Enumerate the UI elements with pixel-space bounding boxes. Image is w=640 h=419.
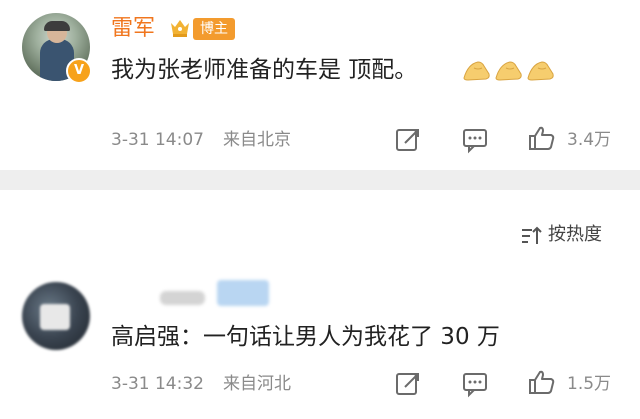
pinching-hand-emoji — [495, 61, 522, 81]
comment-like-count: 1.5万 — [567, 374, 612, 394]
like-icon[interactable] — [528, 368, 556, 396]
comment-location: 来自河北 — [223, 374, 291, 394]
like-count: 3.4万 — [567, 130, 612, 150]
crown-icon — [171, 20, 189, 37]
commenter-avatar[interactable] — [22, 282, 90, 350]
post-date: 3-31 14:07 — [111, 130, 204, 150]
comment-date: 3-31 14:32 — [111, 374, 204, 394]
sort-by-hot[interactable]: 按热度 — [548, 222, 602, 248]
repost-icon[interactable] — [394, 126, 422, 154]
comment-icon[interactable] — [461, 370, 489, 398]
comment-icon[interactable] — [461, 126, 489, 154]
sort-icon[interactable] — [520, 225, 544, 247]
verified-badge: V — [66, 58, 92, 84]
weibo-post: V 雷军 博主 我为张老师准备的车是 顶配。 3-31 14:07 来自北京 3… — [0, 0, 640, 170]
pinching-hand-emoji — [463, 61, 490, 81]
comment-text: 高启强：一句话让男人为我花了 30 万 — [111, 324, 500, 350]
username[interactable]: 雷军 — [111, 14, 155, 44]
avatar-mark — [40, 304, 70, 330]
repost-icon[interactable] — [394, 370, 422, 398]
pinching-hand-emoji — [527, 61, 554, 81]
avatar-cap — [44, 21, 70, 31]
section-divider — [0, 170, 640, 190]
redacted-username — [160, 291, 205, 305]
redacted-badge — [217, 280, 269, 306]
post-text: 我为张老师准备的车是 顶配。 — [111, 57, 418, 83]
post-location: 来自北京 — [223, 130, 291, 150]
emoji-row — [462, 58, 556, 82]
like-icon[interactable] — [528, 124, 556, 152]
blogger-badge: 博主 — [193, 18, 235, 40]
